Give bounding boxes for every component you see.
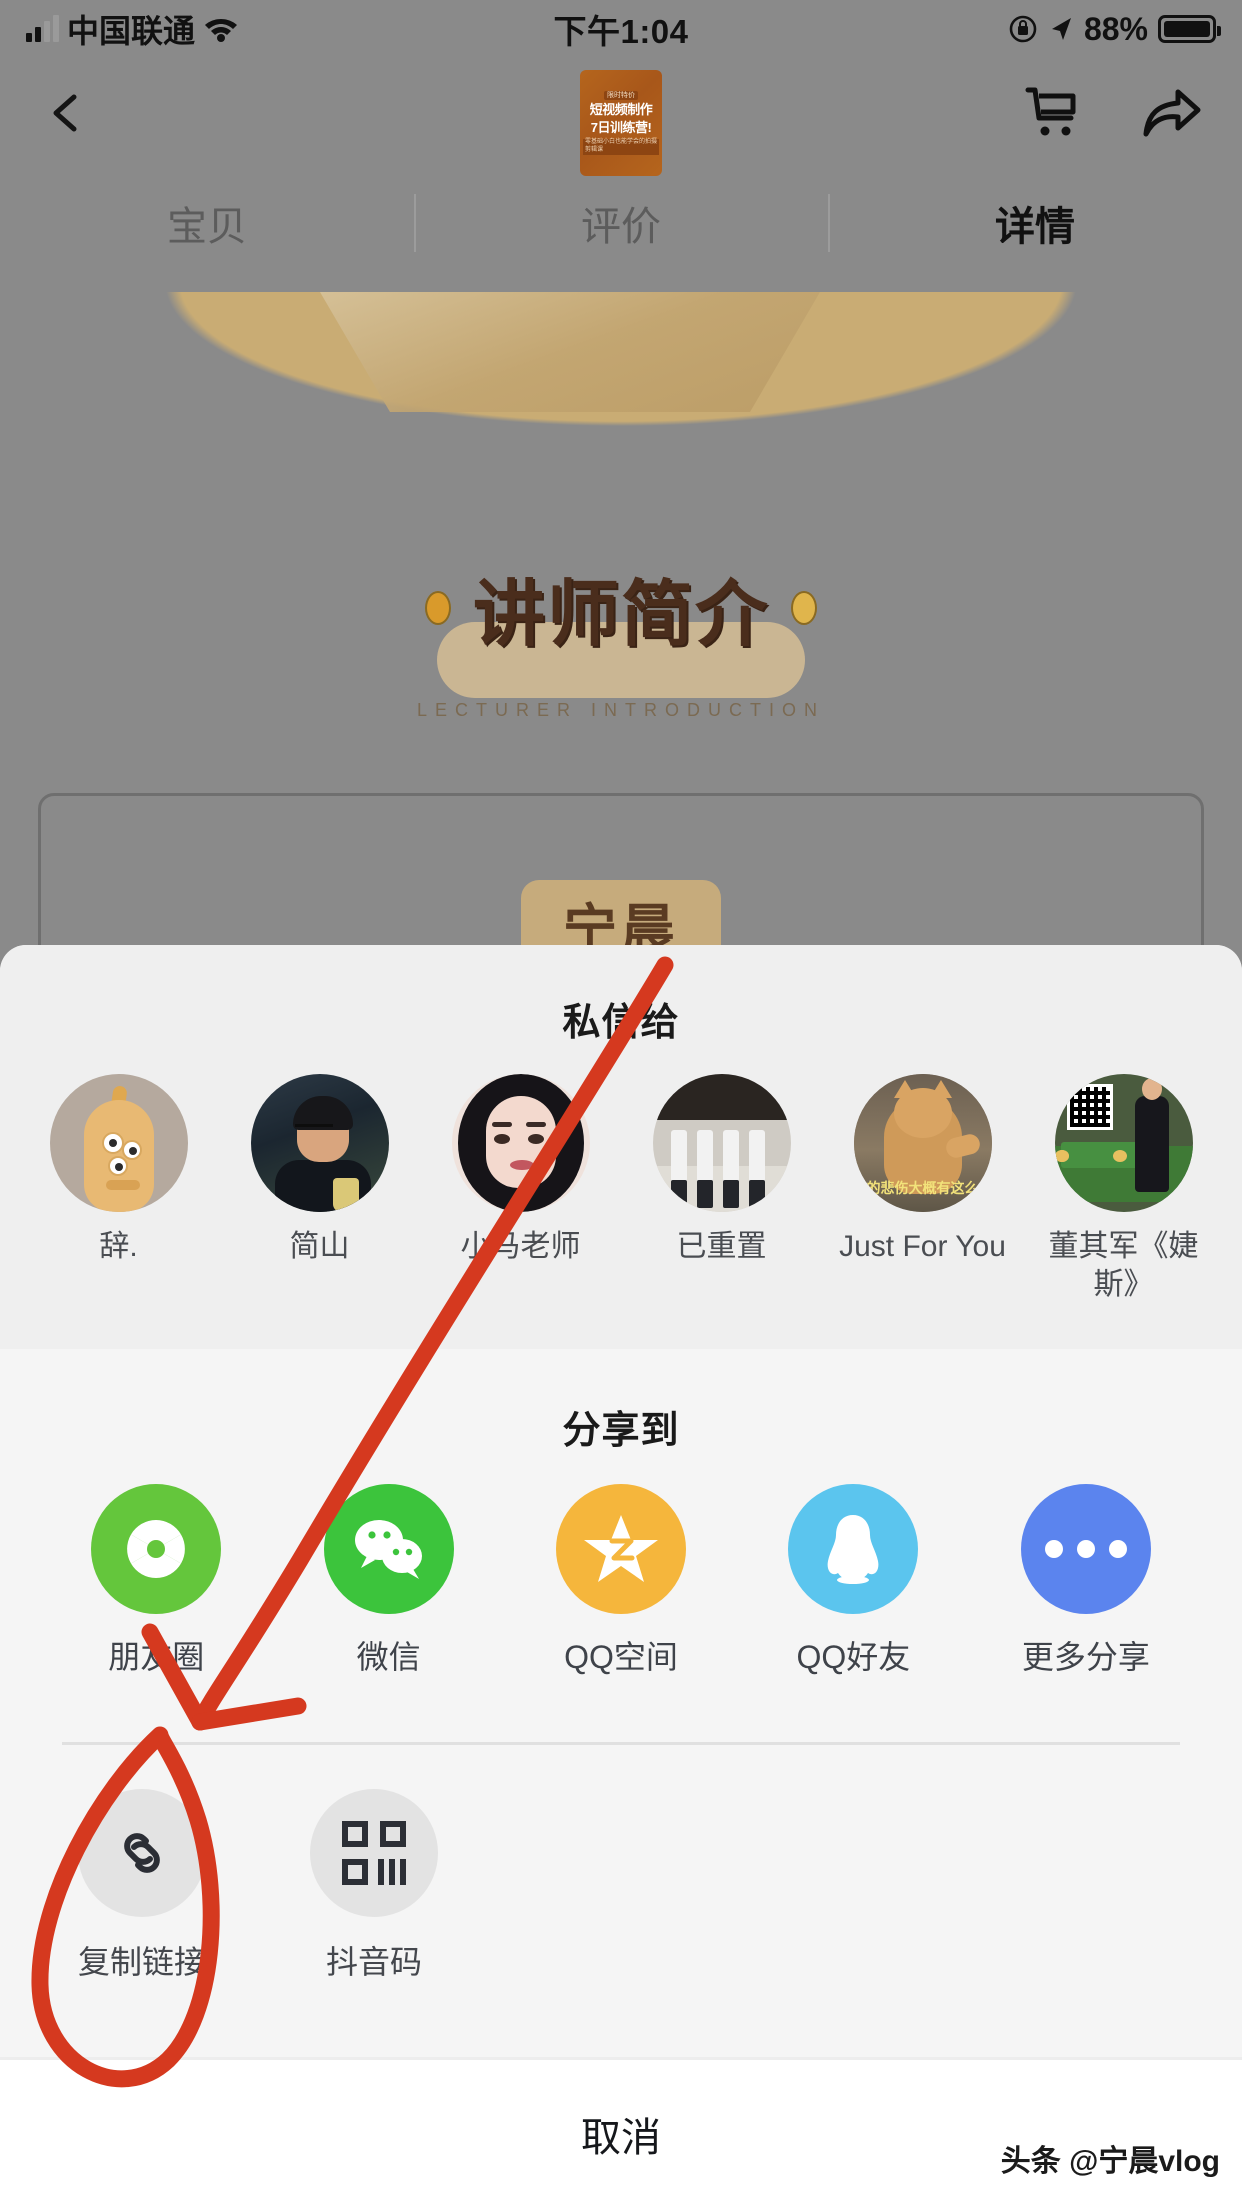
douyin-code-icon [310,1789,438,1917]
heading-subtext: LECTURER INTRODUCTION [416,700,825,720]
qq-icon [788,1484,919,1614]
tab-bar: 宝贝 评价 详情 [0,168,1242,278]
thumb-line-3: 零基础小白也能学会的拍摄剪辑课 [583,139,659,155]
chevron-left-icon [53,94,77,132]
dm-section: 私信给 辞. 简山 小马老师 已重置 的悲伤大概有这么 Just For You… [0,945,1242,1349]
contact-name: 已重置 [676,1230,767,1263]
contact-item[interactable]: 已重置 [621,1074,822,1303]
contact-name: 辞. [99,1230,138,1263]
platform-label: 更多分享 [1021,1639,1150,1675]
rotation-lock-icon [1009,15,1037,43]
contact-item[interactable]: 董其军《婕斯》 [1023,1074,1224,1303]
heading-text: 讲师简介 [472,572,769,656]
back-button[interactable] [44,91,88,135]
nav-actions [1024,84,1202,142]
cancel-button[interactable]: 取消 [0,2060,1242,2208]
thumb-line-1: 短视频制作 [589,102,653,118]
dm-section-title: 私信给 [562,1002,680,1044]
tab-baby[interactable]: 宝贝 [0,168,414,278]
more-share-icon [1020,1484,1151,1614]
contact-list: 辞. 简山 小马老师 已重置 的悲伤大概有这么 Just For You 董其军… [0,1046,1242,1303]
share-arrow-icon[interactable] [1140,84,1202,142]
platform-moments[interactable]: 朋友圈 [40,1484,272,1678]
contact-item[interactable]: 的悲伤大概有这么 Just For You [822,1074,1023,1303]
product-thumbnail[interactable]: 限时特价 短视频制作 7日训练营! 零基础小白也能学会的拍摄剪辑课 [580,70,662,176]
platform-qq[interactable]: QQ好友 [737,1484,969,1678]
action-list: 复制链接 抖音码 [0,1745,1242,1983]
contact-name: 小马老师 [460,1230,581,1263]
share-sheet: 私信给 辞. 简山 小马老师 已重置 的悲伤大概有这么 Just For You… [0,945,1242,2208]
shopping-cart-icon[interactable] [1024,84,1086,142]
avatar [652,1074,791,1212]
qzone-icon [556,1484,687,1614]
action-douyin-code[interactable]: 抖音码 [298,1789,450,1983]
platform-wechat[interactable]: 微信 [272,1484,504,1678]
platform-list: 朋友圈 微信 QQ空间 QQ好友 更多分享 [0,1454,1242,1678]
avatar: 的悲伤大概有这么 [853,1074,992,1212]
heading-dot-right-icon [791,590,817,625]
share-section-title: 分享到 [562,1410,680,1452]
platform-label: QQ好友 [796,1639,911,1675]
wechat-icon [323,1484,454,1614]
platform-qzone[interactable]: QQ空间 [505,1484,737,1678]
heading-dot-left-icon [424,590,451,625]
platform-more[interactable]: 更多分享 [970,1484,1202,1678]
tab-details[interactable]: 详情 [828,168,1242,278]
contact-item[interactable]: 简山 [219,1074,420,1303]
battery-icon [1158,15,1221,43]
platform-label: QQ空间 [564,1639,678,1675]
action-label: 复制链接 [77,1944,206,1980]
thumb-line-2: 7日训练营! [590,120,652,136]
share-to-section: 分享到 朋友圈 微信 QQ空间 QQ好友 更多分享 [0,1349,1242,1678]
contact-name: 董其军《婕斯》 [1048,1230,1199,1301]
status-bar: 中国联通 下午1:04 88% [0,0,1242,58]
action-label: 抖音码 [325,1944,422,1980]
status-bar-right: 88% [1008,10,1221,48]
platform-label: 微信 [356,1639,421,1675]
contact-item[interactable]: 小马老师 [420,1074,621,1303]
avatar [49,1074,188,1212]
link-chain-icon [78,1789,206,1917]
contact-item[interactable]: 辞. [18,1074,219,1303]
avatar [250,1074,389,1212]
platform-label: 朋友圈 [108,1639,205,1675]
battery-percent-label: 88% [1083,10,1148,47]
instructor-heading: 讲师简介 [0,555,1242,660]
action-copy-link[interactable]: 复制链接 [66,1789,218,1983]
background-banner-shape [320,292,820,412]
watermark: 头条 @宁晨vlog [1000,2145,1220,2178]
navigation-bar: 限时特价 短视频制作 7日训练营! 零基础小白也能学会的拍摄剪辑课 [0,58,1242,176]
contact-name: 简山 [289,1230,350,1263]
contact-name: Just For You [839,1230,1006,1263]
avatar [451,1074,590,1212]
thumb-badge: 限时特价 [604,91,638,101]
avatar [1054,1074,1193,1212]
location-arrow-icon [1051,18,1071,40]
tab-reviews[interactable]: 评价 [414,168,828,278]
moments-icon [91,1484,222,1614]
